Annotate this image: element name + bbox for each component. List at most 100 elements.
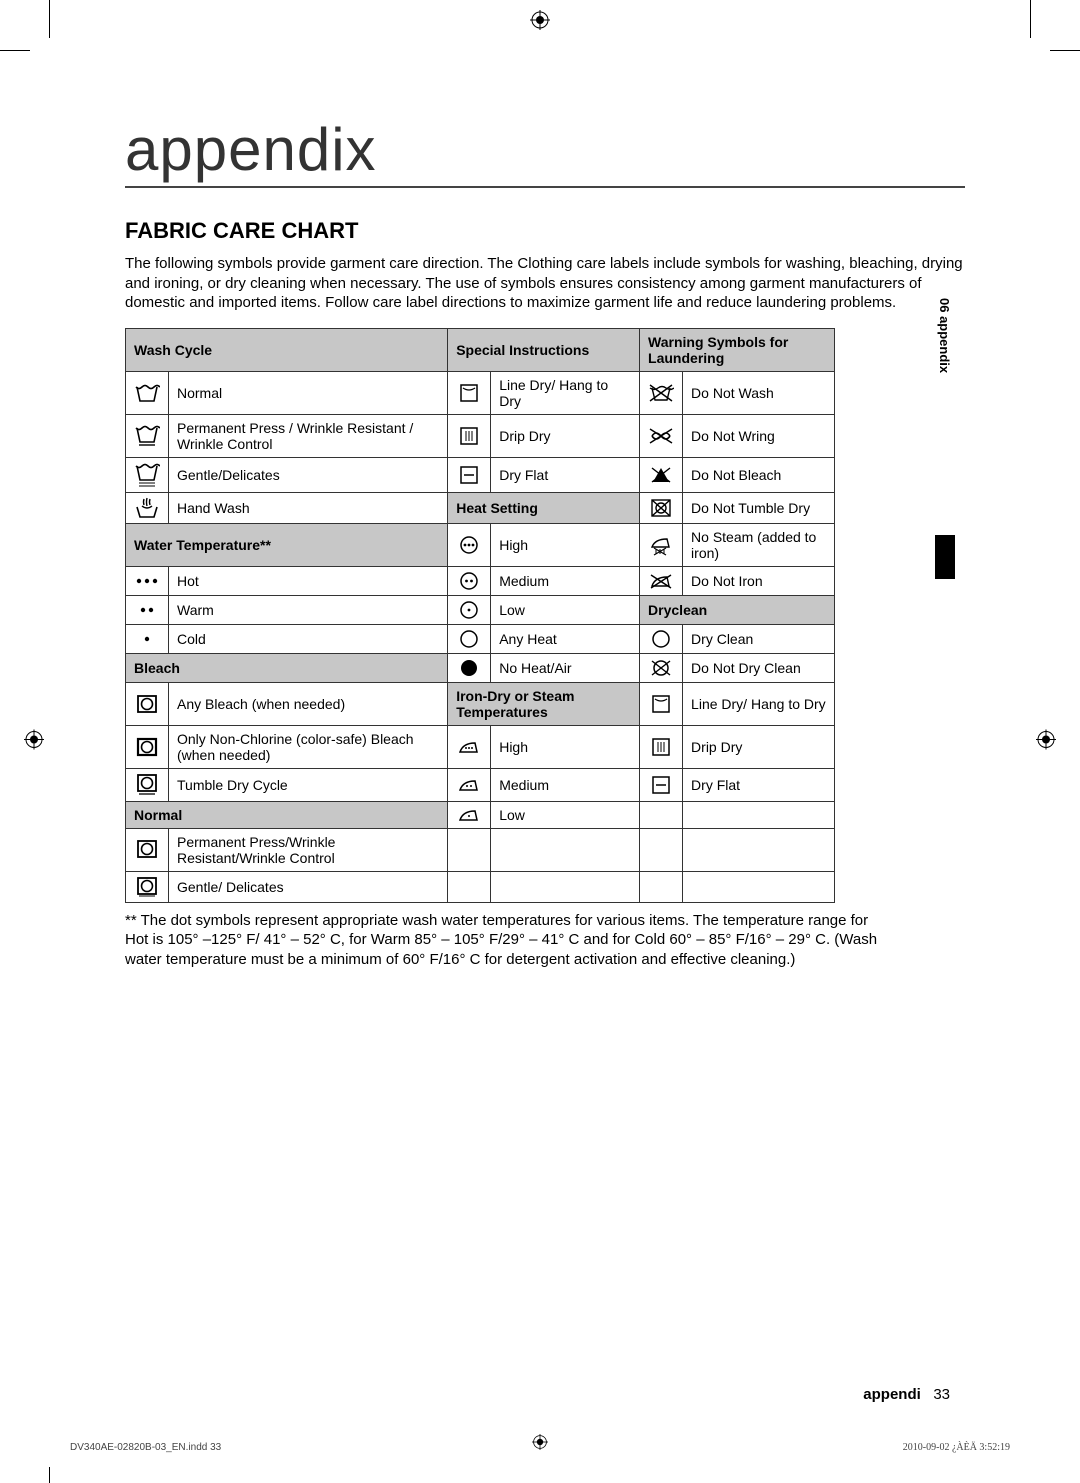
cell: Any Bleach (when needed) xyxy=(169,682,448,725)
cell: Permanent Press/Wrinkle Resistant/Wrinkl… xyxy=(169,828,448,871)
cell: Drip Dry xyxy=(491,414,640,457)
cell: Do Not Wring xyxy=(683,414,835,457)
cell: Tumble Dry Cycle xyxy=(169,768,448,801)
iron-medium-icon xyxy=(448,768,491,801)
cell: Gentle/ Delicates xyxy=(169,871,448,902)
footnote: ** The dot symbols represent appropriate… xyxy=(125,911,895,970)
hand-wash-icon xyxy=(126,492,169,523)
hdr-wash-cycle: Wash Cycle xyxy=(126,328,448,371)
cell: Dry Flat xyxy=(491,457,640,492)
do-not-iron-icon xyxy=(640,566,683,595)
iron-low-icon xyxy=(448,801,491,828)
temp-cold-icon xyxy=(126,624,169,653)
temp-warm-icon xyxy=(126,595,169,624)
empty-cell xyxy=(491,828,640,871)
do-not-wring-icon xyxy=(640,414,683,457)
registration-mark-bottom xyxy=(532,1434,548,1453)
cell: Line Dry/ Hang to Dry xyxy=(683,682,835,725)
empty-cell xyxy=(683,828,835,871)
cell: Do Not Bleach xyxy=(683,457,835,492)
hdr-dryclean: Dryclean xyxy=(640,595,835,624)
page-number: appendi 33 xyxy=(863,1386,950,1403)
cell: Gentle/Delicates xyxy=(169,457,448,492)
empty-icon xyxy=(448,871,491,902)
page-num-label: appendi xyxy=(863,1386,921,1403)
do-not-wash-icon xyxy=(640,371,683,414)
dry-clean-icon xyxy=(640,624,683,653)
wash-gentle-icon xyxy=(126,457,169,492)
empty-icon xyxy=(448,828,491,871)
cell: Permanent Press / Wrinkle Resistant / Wr… xyxy=(169,414,448,457)
heat-high-icon xyxy=(448,523,491,566)
wash-normal-icon xyxy=(126,371,169,414)
temp-hot-icon xyxy=(126,566,169,595)
drip-dry-icon xyxy=(448,414,491,457)
empty-cell xyxy=(683,801,835,828)
cell: Do Not Tumble Dry xyxy=(683,492,835,523)
empty-icon xyxy=(640,828,683,871)
cell: Dry Flat xyxy=(683,768,835,801)
cell: Hot xyxy=(169,566,448,595)
registration-mark-left xyxy=(24,729,44,754)
cell: Low xyxy=(491,801,640,828)
hdr-heat-setting: Heat Setting xyxy=(448,492,640,523)
cell: Do Not Wash xyxy=(683,371,835,414)
heat-any-icon xyxy=(448,624,491,653)
cell: Dry Clean xyxy=(683,624,835,653)
wash-perm-press-icon xyxy=(126,414,169,457)
fabric-care-table: Wash Cycle Special Instructions Warning … xyxy=(125,328,835,903)
footer-left: DV340AE-02820B-03_EN.indd 33 xyxy=(70,1442,221,1453)
line-dry-icon-2 xyxy=(640,682,683,725)
cell: Medium xyxy=(491,768,640,801)
registration-mark-top xyxy=(530,10,550,35)
footer-right: 2010-09-02 ¿ÀÈÄ 3:52:19 xyxy=(903,1442,1010,1453)
iron-high-icon xyxy=(448,725,491,768)
cell: No Heat/Air xyxy=(491,653,640,682)
hdr-special: Special Instructions xyxy=(448,328,640,371)
cell: Normal xyxy=(169,371,448,414)
page-title: appendix xyxy=(125,115,965,188)
dry-flat-icon xyxy=(448,457,491,492)
intro-paragraph: The following symbols provide garment ca… xyxy=(125,254,965,313)
any-bleach-icon xyxy=(126,682,169,725)
cell: Line Dry/ Hang to Dry xyxy=(491,371,640,414)
cell: No Steam (added to iron) xyxy=(683,523,835,566)
cell: Drip Dry xyxy=(683,725,835,768)
do-not-bleach-icon xyxy=(640,457,683,492)
cell: High xyxy=(491,725,640,768)
cell: Cold xyxy=(169,624,448,653)
empty-icon xyxy=(640,801,683,828)
no-heat-icon xyxy=(448,653,491,682)
registration-mark-right xyxy=(1036,729,1056,754)
dry-flat-icon-2 xyxy=(640,768,683,801)
section-heading: FABRIC CARE CHART xyxy=(125,218,965,244)
cell: Do Not Iron xyxy=(683,566,835,595)
heat-low-icon xyxy=(448,595,491,624)
dry-perm-press-icon xyxy=(126,828,169,871)
drip-dry-icon-2 xyxy=(640,725,683,768)
do-not-dry-clean-icon xyxy=(640,653,683,682)
empty-icon xyxy=(640,871,683,902)
hdr-bleach: Bleach xyxy=(126,653,448,682)
line-dry-icon xyxy=(448,371,491,414)
empty-cell xyxy=(683,871,835,902)
hdr-normal: Normal xyxy=(126,801,448,828)
no-steam-icon xyxy=(640,523,683,566)
hdr-water-temp: Water Temperature** xyxy=(126,523,448,566)
do-not-tumble-icon xyxy=(640,492,683,523)
non-chlorine-bleach-icon xyxy=(126,725,169,768)
empty-cell xyxy=(491,871,640,902)
page-num-value: 33 xyxy=(933,1386,950,1403)
tumble-dry-cycle-icon xyxy=(126,768,169,801)
dry-gentle-icon xyxy=(126,871,169,902)
hdr-iron-dry: Iron-Dry or Steam Temperatures xyxy=(448,682,640,725)
cell: High xyxy=(491,523,640,566)
hdr-warning: Warning Symbols for Laundering xyxy=(640,328,835,371)
cell: Warm xyxy=(169,595,448,624)
cell: Low xyxy=(491,595,640,624)
cell: Do Not Dry Clean xyxy=(683,653,835,682)
cell: Hand Wash xyxy=(169,492,448,523)
heat-medium-icon xyxy=(448,566,491,595)
cell: Medium xyxy=(491,566,640,595)
cell: Any Heat xyxy=(491,624,640,653)
